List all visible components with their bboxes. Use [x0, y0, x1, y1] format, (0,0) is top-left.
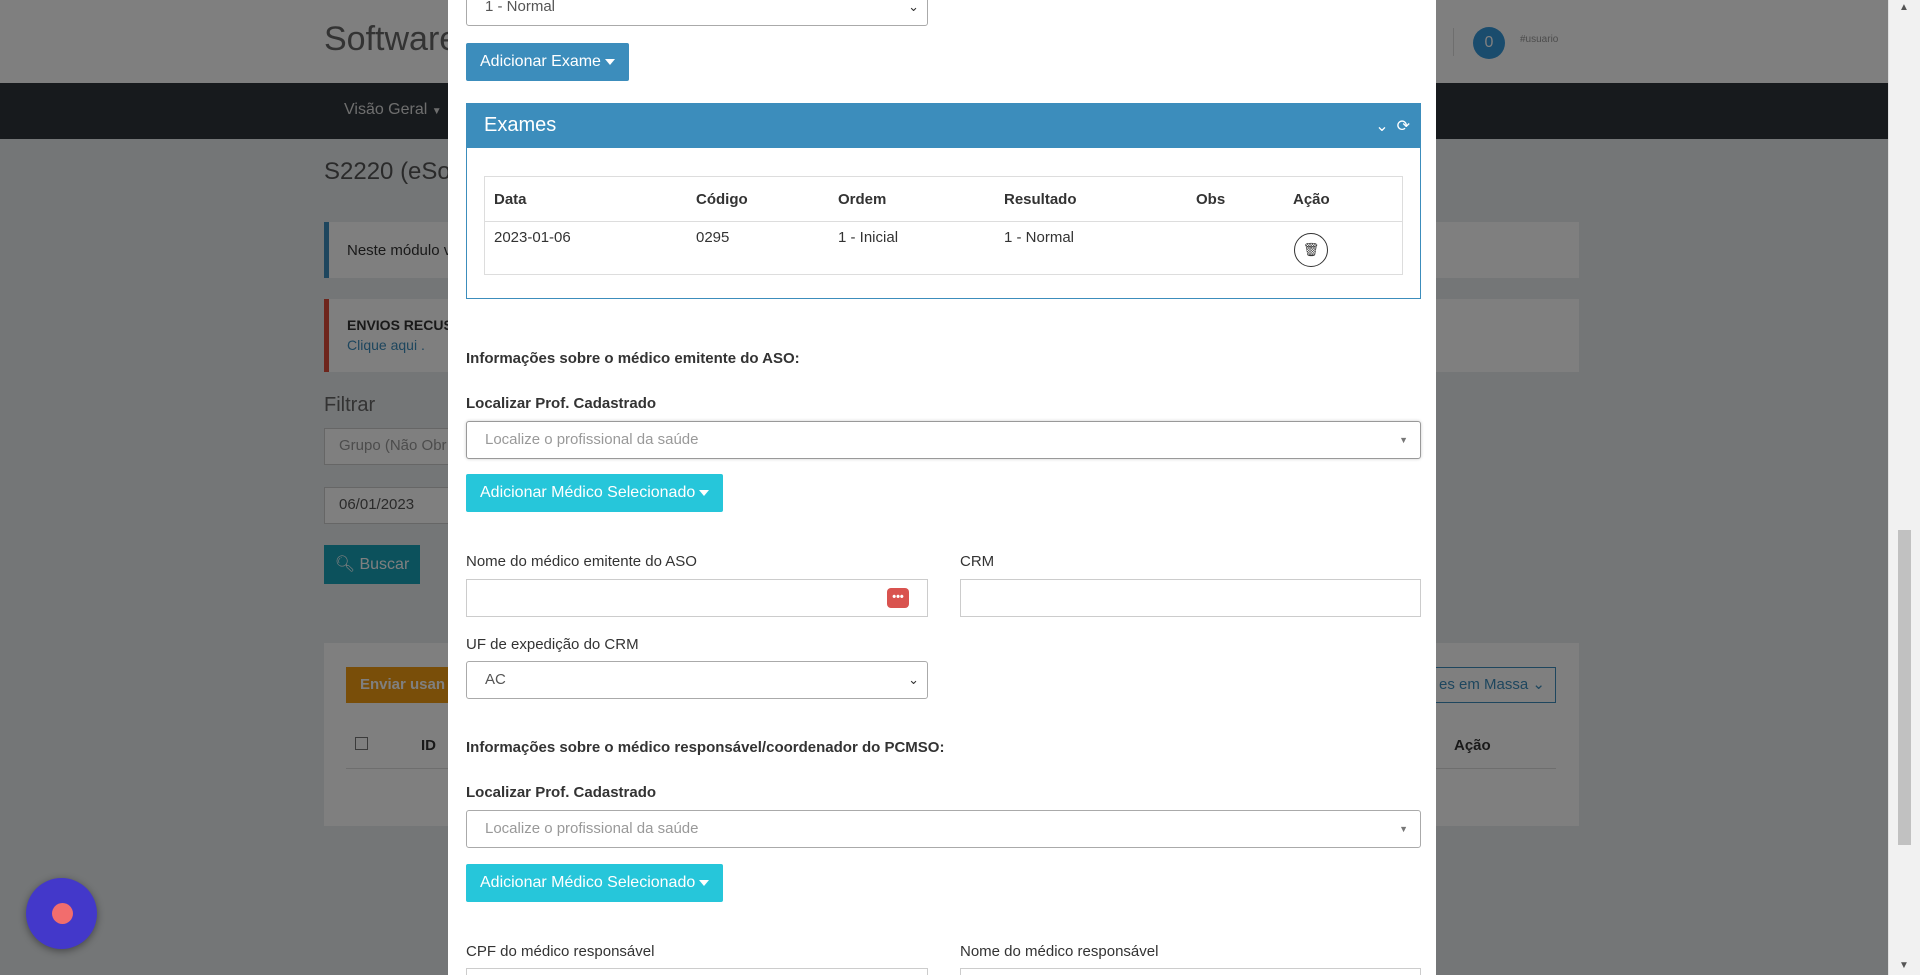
uf-value: AC — [485, 671, 506, 688]
column-header-ordem: Ordem — [838, 191, 887, 208]
emitter-search-placeholder: Localize o profissional da saúde — [485, 431, 699, 448]
cell-codigo: 0295 — [696, 229, 730, 246]
caret-down-icon: ▼ — [1399, 435, 1408, 445]
cell-data: 2023-01-06 — [494, 229, 571, 246]
add-coordinator-doctor-label: Adicionar Médico Selecionado — [480, 874, 696, 891]
delete-row-button[interactable]: 🗑︎ — [1294, 233, 1328, 267]
coordinator-section-title: Informações sobre o médico responsável/c… — [466, 739, 945, 756]
column-header-resultado: Resultado — [1004, 191, 1077, 208]
scrollbar-thumb[interactable] — [1898, 530, 1911, 845]
password-manager-icon[interactable]: ••• — [887, 588, 909, 608]
exam-result-select[interactable]: 1 - Normal ⌄ — [466, 0, 928, 26]
cell-resultado: 1 - Normal — [1004, 229, 1075, 246]
coordinator-search-select[interactable]: Localize o profissional da saúde ▼ — [466, 810, 1421, 848]
uf-select[interactable]: AC ⌄ — [466, 661, 928, 699]
scroll-down-arrow-icon[interactable]: ▼ — [1899, 960, 1909, 971]
refresh-icon[interactable]: ⟳ — [1397, 118, 1410, 135]
coordinator-search-placeholder: Localize o profissional da saúde — [485, 820, 699, 837]
chat-indicator-icon — [52, 903, 73, 924]
column-header-codigo: Código — [696, 191, 748, 208]
add-exam-label: Adicionar Exame — [480, 53, 601, 70]
emitter-search-select[interactable]: Localize o profissional da saúde ▼ — [466, 421, 1421, 459]
collapse-chevron-icon[interactable]: ⌄ — [1375, 118, 1388, 135]
add-emitter-doctor-label: Adicionar Médico Selecionado — [480, 484, 696, 501]
caret-down-icon — [604, 58, 615, 65]
exams-table: Data Código Ordem Resultado Obs Ação 202… — [484, 176, 1403, 275]
exam-modal: 1 - Normal ⌄ Adicionar Exame Exames ⌄ ⟳ D… — [448, 0, 1436, 975]
exams-box-title: Exames — [484, 114, 557, 136]
emitter-name-label: Nome do médico emitente do ASO — [466, 553, 697, 570]
coordinator-name-label: Nome do médico responsável — [960, 943, 1159, 960]
column-header-data: Data — [494, 191, 527, 208]
page-scrollbar[interactable]: ▲ ▼ — [1888, 0, 1920, 975]
chat-widget-button[interactable] — [26, 878, 97, 949]
coordinator-name-input[interactable] — [960, 968, 1421, 975]
exams-box: Exames ⌄ ⟳ Data Código Ordem Resultado Ob… — [466, 103, 1421, 299]
table-row-divider — [485, 221, 1402, 222]
column-header-acao: Ação — [1293, 191, 1330, 208]
add-emitter-doctor-button[interactable]: Adicionar Médico Selecionado — [466, 474, 724, 512]
caret-down-icon: ▼ — [1399, 824, 1408, 834]
chevron-down-icon: ⌄ — [908, 0, 919, 14]
caret-down-icon — [699, 879, 710, 886]
uf-label: UF de expedição do CRM — [466, 636, 639, 653]
add-exam-button[interactable]: Adicionar Exame — [466, 43, 629, 81]
emitter-search-label: Localizar Prof. Cadastrado — [466, 395, 657, 412]
box-tools: ⌄ ⟳ — [1375, 116, 1410, 136]
exams-box-header: Exames ⌄ ⟳ — [467, 104, 1420, 148]
crm-input[interactable] — [960, 579, 1421, 617]
trash-icon: 🗑︎ — [1302, 242, 1320, 257]
emitter-section-title: Informações sobre o médico emitente do A… — [466, 350, 800, 367]
cell-ordem: 1 - Inicial — [838, 229, 899, 246]
chevron-down-icon: ⌄ — [908, 672, 919, 687]
caret-down-icon — [699, 489, 710, 496]
scroll-up-arrow-icon[interactable]: ▲ — [1899, 2, 1909, 13]
coordinator-cpf-label: CPF do médico responsável — [466, 943, 655, 960]
coordinator-search-label: Localizar Prof. Cadastrado — [466, 784, 657, 801]
exam-result-value: 1 - Normal — [485, 0, 556, 15]
emitter-name-input[interactable]: ••• — [466, 579, 928, 617]
coordinator-cpf-input[interactable] — [466, 968, 928, 975]
crm-label: CRM — [960, 553, 995, 570]
column-header-obs: Obs — [1196, 191, 1226, 208]
add-coordinator-doctor-button[interactable]: Adicionar Médico Selecionado — [466, 864, 724, 902]
